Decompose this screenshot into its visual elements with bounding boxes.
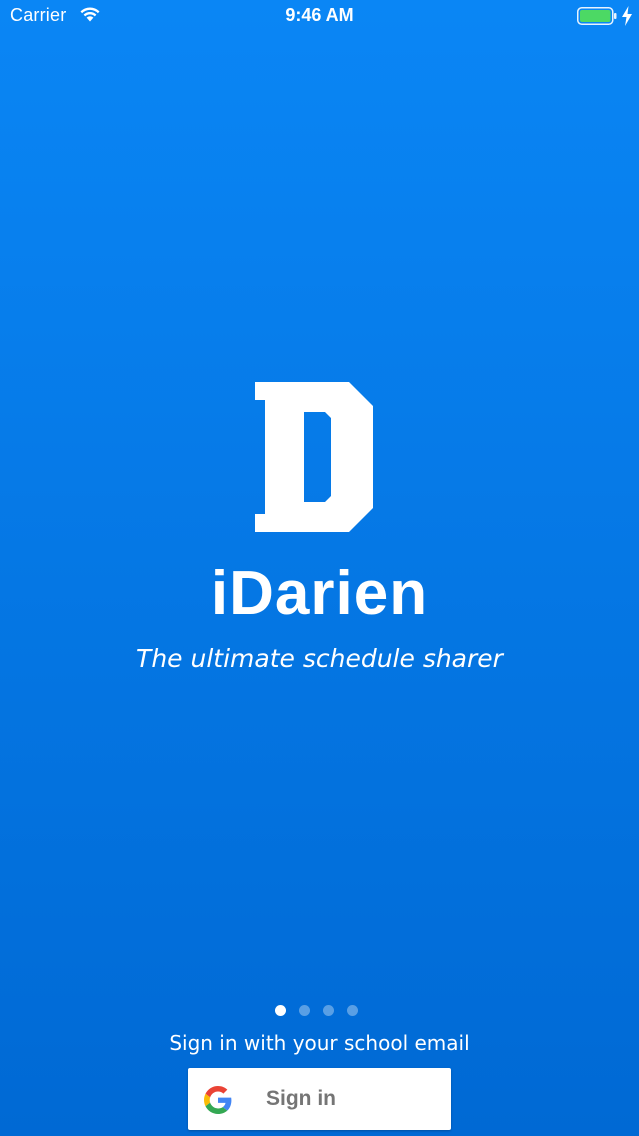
battery-full-icon — [577, 7, 617, 25]
page-dot-4[interactable] — [347, 1004, 358, 1016]
google-sign-in-button[interactable]: Sign in — [188, 1068, 451, 1130]
onboarding-screen: Carrier 9:46 AM iDarien The ultimate sch… — [0, 0, 639, 1136]
tagline: The ultimate schedule sharer — [136, 644, 503, 673]
page-dot-2[interactable] — [299, 1004, 310, 1016]
letter-d-logo — [255, 382, 373, 532]
charging-bolt-icon — [622, 6, 632, 26]
google-g-icon — [204, 1086, 232, 1114]
page-dot-1[interactable] — [275, 1004, 286, 1016]
status-bar: Carrier 9:46 AM — [0, 0, 639, 34]
page-dot-3[interactable] — [323, 1004, 334, 1016]
page-indicator[interactable] — [275, 1004, 367, 1016]
sign-in-hint: Sign in with your school email — [169, 1031, 470, 1055]
status-time: 9:46 AM — [285, 5, 354, 25]
app-name: iDarien — [210, 559, 429, 628]
google-sign-in-label: Sign in — [266, 1087, 336, 1110]
